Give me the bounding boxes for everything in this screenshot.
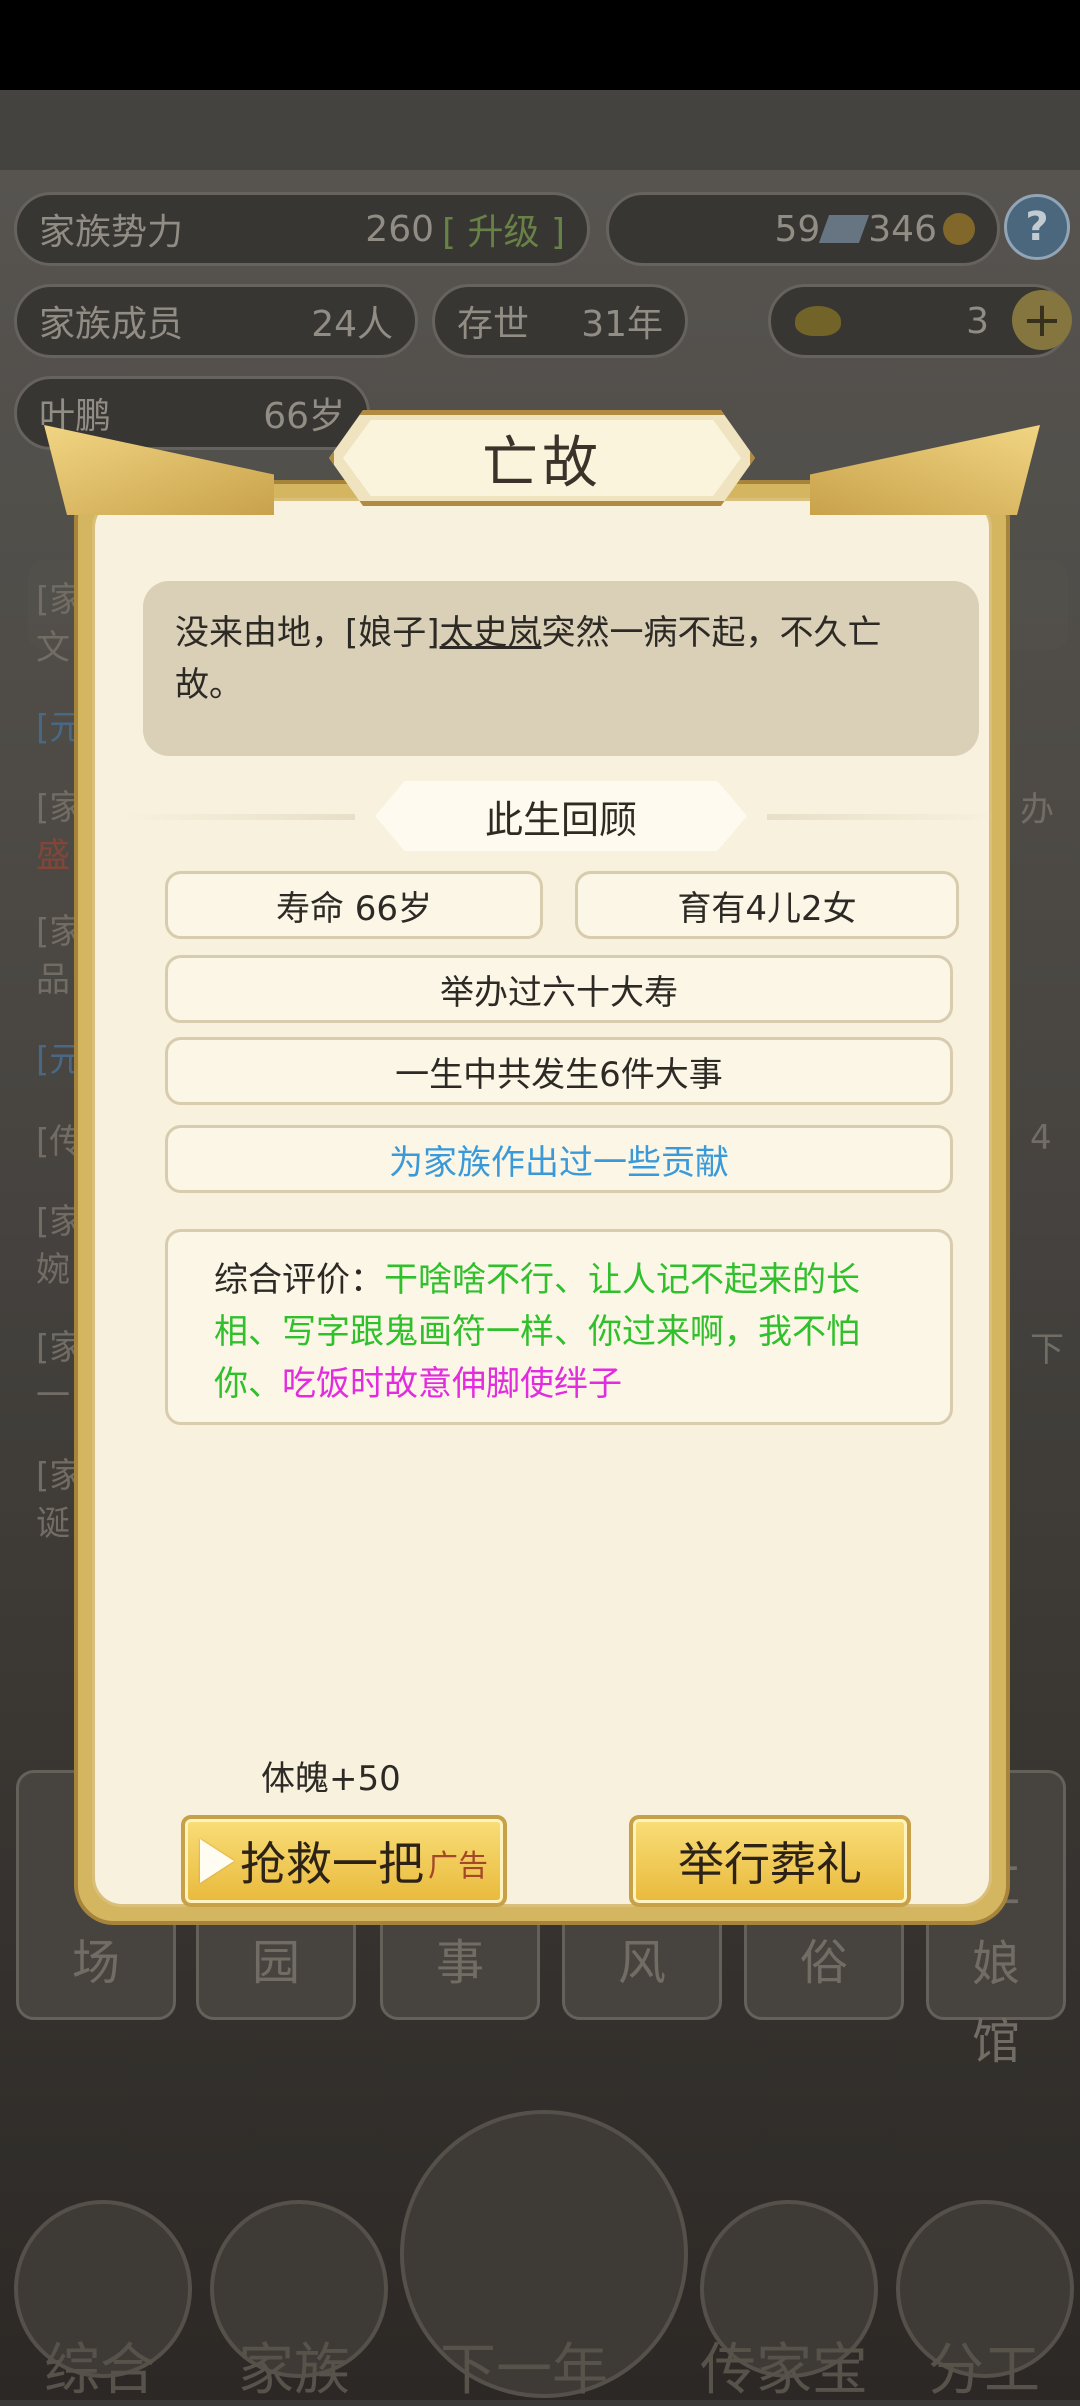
alive-panel: 存世 31年 [432,284,688,358]
tile-label: 园 [251,1935,300,1991]
story-person-name[interactable]: 太史岚 [440,613,542,653]
bg-row-text: 盛 [36,836,70,876]
birthday-stat: 举办过六十大寿 [165,955,953,1023]
lifespan-stat: 寿命 66岁 [165,871,543,939]
divider-left [125,814,355,820]
bg-row-text-right: 4 [1030,1118,1052,1158]
section-title: 此生回顾 [484,797,637,842]
rescue-bonus: 体魄+50 [261,1759,401,1799]
bg-row-text: 品 [36,960,70,1000]
gold-ingot-icon [795,306,841,336]
members-value: 24人 [311,304,393,345]
bg-row-text-right: 办 [1020,790,1054,830]
rescue-ad-button[interactable]: 抢救一把 广告 [181,1815,507,1907]
bg-row-text-right: 下 [1030,1330,1064,1370]
eval-label: 综合评价： [214,1260,384,1300]
funeral-button[interactable]: 举行葬礼 [629,1815,911,1907]
help-button[interactable]: ? [1004,194,1070,260]
death-dialog: 没来由地，[娘子]太史岚突然一病不起，不久亡故。 此生回顾 寿命 66岁 育有4… [44,410,1040,1925]
alive-label: 存世 [457,304,530,345]
events-stat: 一生中共发生6件大事 [165,1037,953,1105]
dialog-frame: 没来由地，[娘子]太史岚突然一病不起，不久亡故。 此生回顾 寿命 66岁 育有4… [74,480,1010,1925]
tile-label: 俗 [799,1935,848,1991]
status-bar [0,0,1080,90]
tile-label: 事 [435,1935,484,1991]
bg-row-text: 诞 [36,1504,70,1544]
family-power-label: 家族势力 [39,212,184,253]
add-gold-button[interactable]: + [1012,290,1072,350]
tile-label: 风 [617,1935,666,1991]
currency-b-value: 346 [868,208,937,250]
members-label: 家族成员 [39,304,184,345]
currency-a-value: 59 [774,208,821,250]
bg-row-text: 一 [36,1376,70,1416]
bg-row-text: 婉 [36,1250,70,1290]
family-power-value: 260 [365,208,435,250]
family-power-panel: 家族势力 260 [ 升级 ] [14,192,590,266]
dialog-title: 亡故 [482,430,602,496]
family-power-rank[interactable]: [ 升级 ] [442,203,565,255]
divider-right [767,814,997,820]
coin-icon [943,213,975,245]
eval-traits-magenta: 吃饭时故意伸脚使绊子 [282,1364,622,1404]
nav-family-label: 家族 [238,2338,350,2403]
nav-next-year-label: 下一年 [440,2338,608,2403]
overall-evaluation: 综合评价：干啥啥不行、让人记不起来的长相、写字跟鬼画符一样、你过来啊，我不怕你、… [165,1229,953,1425]
members-panel: 家族成员 24人 [14,284,418,358]
tile-label: 场 [71,1935,120,1991]
dialog-body: 没来由地，[娘子]太史岚突然一病不起，不久亡故。 此生回顾 寿命 66岁 育有4… [92,498,997,1907]
children-stat: 育有4儿2女 [575,871,959,939]
alive-value: 31年 [581,304,663,345]
nav-division-label: 分工 [928,2338,1040,2403]
nav-overview-label: 综合 [44,2338,156,2403]
death-story: 没来由地，[娘子]太史岚突然一病不起，不久亡故。 [143,581,979,756]
play-icon [200,1839,234,1883]
bg-row-text: 文 [36,628,70,668]
silver-icon [819,215,870,243]
ad-tag: 广告 [428,1849,488,1884]
nav-heirloom-label: 传家宝 [700,2338,868,2403]
top-bar [0,90,1080,170]
rescue-label: 抢救一把 [240,1837,424,1891]
contribution-stat: 为家族作出过一些贡献 [165,1125,953,1193]
gold-value: 3 [966,300,989,342]
title-plate: 亡故 [329,410,755,506]
currency-panel: 59 346 [606,192,1000,266]
life-review-header: 此生回顾 [125,781,997,851]
story-prefix: 没来由地，[娘子] [175,613,440,653]
